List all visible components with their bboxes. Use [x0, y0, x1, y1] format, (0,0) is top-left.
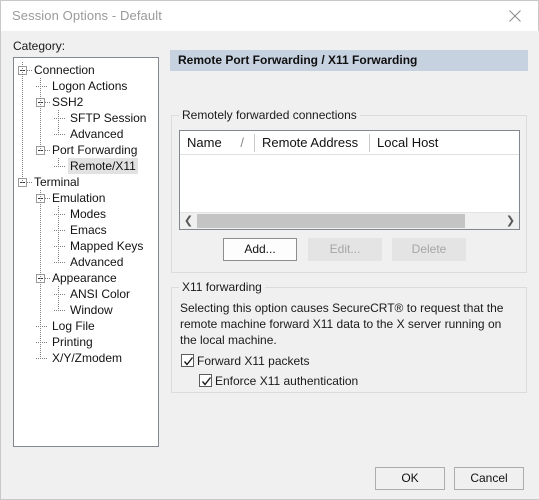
tree-item-emacs[interactable]: Emacs	[14, 222, 158, 238]
tree-connector	[36, 342, 47, 343]
dialog-body: Category: Connection Logon Actions SSH2 SFT…	[2, 31, 539, 499]
window-title: Session Options - Default	[12, 8, 162, 23]
add-button[interactable]: Add...	[223, 238, 297, 261]
sort-indicator-icon: /	[240, 135, 244, 150]
checkbox-checked-icon	[181, 354, 194, 367]
delete-button[interactable]: Delete	[392, 238, 466, 261]
edit-button[interactable]: Edit...	[308, 238, 382, 261]
remote-group-legend: Remotely forwarded connections	[179, 108, 360, 122]
x11-group-legend: X11 forwarding	[179, 280, 265, 294]
tree-item-window[interactable]: Window	[14, 302, 158, 318]
tree-item-port-forwarding[interactable]: Port Forwarding	[14, 142, 158, 158]
tree-connector	[54, 214, 65, 215]
tree-item-advanced[interactable]: Advanced	[14, 126, 158, 142]
tree-connector	[54, 166, 65, 167]
tree-item-modes[interactable]: Modes	[14, 206, 158, 222]
tree-item-label: Connection	[34, 63, 95, 77]
tree-item-label: Port Forwarding	[52, 143, 138, 157]
tree-connector	[54, 134, 65, 135]
scrollbar-thumb[interactable]	[197, 214, 465, 228]
category-label: Category:	[13, 39, 66, 53]
tree-item-appearance[interactable]: Appearance	[14, 270, 158, 286]
column-header-name[interactable]: Name /	[180, 131, 254, 154]
scroll-right-arrow-icon[interactable]: ❯	[502, 213, 519, 229]
list-horizontal-scrollbar[interactable]: ❮ ❯	[180, 212, 519, 229]
tree-connector	[36, 358, 47, 359]
tree-item-label: Appearance	[52, 271, 117, 285]
tree-item-label: Advanced	[70, 127, 124, 141]
tree-item-label: Log File	[52, 319, 95, 333]
tree-item-label: Mapped Keys	[70, 239, 144, 253]
x11-description: Selecting this option causes SecureCRT® …	[180, 301, 504, 347]
scroll-left-arrow-icon[interactable]: ❮	[180, 213, 197, 229]
tree-connector	[54, 246, 65, 247]
title-bar: Session Options - Default	[1, 1, 538, 31]
tree-collapse-icon[interactable]	[36, 194, 45, 203]
tree-item-label: Window	[70, 303, 113, 317]
tree-item-emulation[interactable]: Emulation	[14, 190, 158, 206]
tree-connector	[54, 118, 65, 119]
category-tree[interactable]: Connection Logon Actions SSH2 SFTP Session A…	[13, 57, 159, 447]
tree-item-label: Logon Actions	[52, 79, 128, 93]
session-options-dialog: Session Options - Default Category: Conn…	[0, 0, 539, 500]
tree-collapse-icon[interactable]	[36, 98, 45, 107]
tree-item-ansi-color[interactable]: ANSI Color	[14, 286, 158, 302]
tree-item-label: Modes	[70, 207, 107, 221]
column-label-name: Name	[187, 135, 222, 150]
tree-item-label: ANSI Color	[70, 287, 131, 301]
column-header-local-host[interactable]: Local Host	[370, 131, 510, 154]
enforce-x11-authentication-label: Enforce X11 authentication	[215, 374, 359, 388]
tree-item-printing[interactable]: Printing	[14, 334, 158, 350]
tree-connector	[54, 294, 65, 295]
column-label-remote-address: Remote Address	[262, 135, 359, 150]
tree-connector	[54, 262, 65, 263]
tree-collapse-icon[interactable]	[18, 66, 27, 75]
tree-item-label: X/Y/Zmodem	[52, 351, 123, 365]
tree-item-remote-x11[interactable]: Remote/X11	[14, 158, 158, 174]
tree-item-ssh2[interactable]: SSH2	[14, 94, 158, 110]
tree-collapse-icon[interactable]	[18, 178, 27, 187]
tree-collapse-icon[interactable]	[36, 146, 45, 155]
tree-item-logon-actions[interactable]: Logon Actions	[14, 78, 158, 94]
tree-item-sftp-session[interactable]: SFTP Session	[14, 110, 158, 126]
tree-item-label: Advanced	[70, 255, 124, 269]
tree-item-terminal[interactable]: Terminal	[14, 174, 158, 190]
list-body[interactable]	[180, 155, 519, 207]
page-title-banner: Remote Port Forwarding / X11 Forwarding	[170, 50, 528, 71]
page-title: Remote Port Forwarding / X11 Forwarding	[178, 53, 418, 67]
tree-item-connection[interactable]: Connection	[14, 62, 158, 78]
cancel-button[interactable]: Cancel	[454, 467, 524, 490]
tree-item-mapped-keys[interactable]: Mapped Keys	[14, 238, 158, 254]
x11-forwarding-group: X11 forwarding Selecting this option cau…	[171, 280, 527, 393]
column-header-remote-address[interactable]: Remote Address	[255, 131, 369, 154]
tree-collapse-icon[interactable]	[36, 274, 45, 283]
forward-x11-packets-label: Forward X11 packets	[197, 354, 310, 368]
tree-item-label: SFTP Session	[70, 111, 147, 125]
ok-button[interactable]: OK	[375, 467, 445, 490]
tree-item-label: Emacs	[70, 223, 107, 237]
checkbox-checked-icon	[199, 374, 212, 387]
list-header-row: Name / Remote Address Local Host	[180, 131, 519, 155]
column-label-local-host: Local Host	[377, 135, 439, 150]
tree-item-label: Terminal	[34, 175, 80, 189]
tree-item-log-file[interactable]: Log File	[14, 318, 158, 334]
tree-item-x-y-zmodem[interactable]: X/Y/Zmodem	[14, 350, 158, 366]
forwarded-connections-list[interactable]: Name / Remote Address Local Host ❮ ❯	[179, 130, 520, 230]
tree-connector	[36, 86, 47, 87]
tree-connector	[54, 230, 65, 231]
tree-connector	[54, 310, 65, 311]
tree-connector	[36, 326, 47, 327]
tree-item-label: Emulation	[52, 191, 106, 205]
close-button[interactable]	[493, 1, 538, 30]
tree-item-label: Printing	[52, 335, 93, 349]
tree-item-label: Remote/X11	[68, 158, 138, 174]
tree-item-advanced[interactable]: Advanced	[14, 254, 158, 270]
tree-item-label: SSH2	[52, 95, 84, 109]
